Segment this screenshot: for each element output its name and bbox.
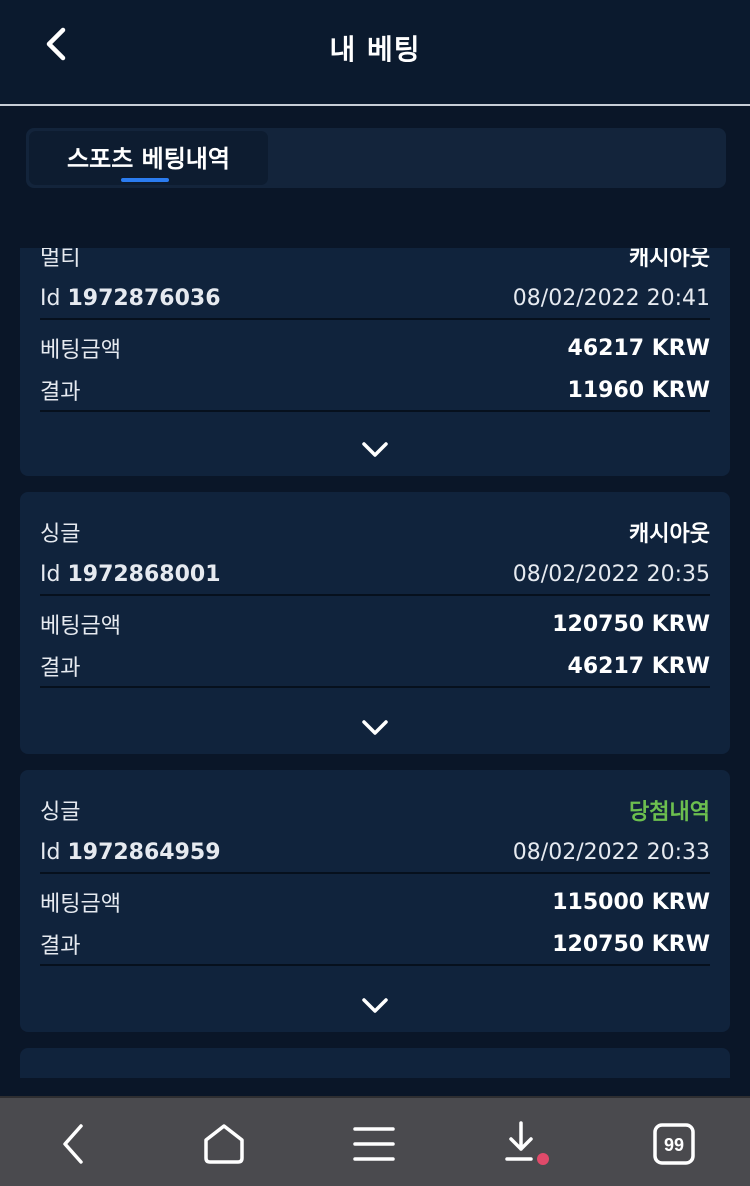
expand-button[interactable] bbox=[360, 995, 390, 1017]
tabs-button[interactable]: 99 bbox=[644, 1116, 704, 1172]
bet-card bbox=[20, 1048, 730, 1078]
bet-card: 멀티 캐시아웃 Id 1972876036 08/02/2022 20:41 베… bbox=[20, 248, 730, 476]
divider bbox=[40, 594, 710, 596]
bet-status: 캐시아웃 bbox=[629, 248, 710, 271]
bet-id: Id 1972868001 bbox=[40, 561, 221, 587]
divider bbox=[40, 686, 710, 688]
bet-datetime: 08/02/2022 20:33 bbox=[512, 839, 710, 865]
tab-bar: 스포츠 베팅내역 bbox=[26, 128, 726, 188]
bet-status: 캐시아웃 bbox=[629, 522, 710, 547]
bet-list[interactable]: 멀티 캐시아웃 Id 1972876036 08/02/2022 20:41 베… bbox=[0, 248, 750, 1078]
bet-amount: 46217 KRW bbox=[567, 335, 710, 361]
divider bbox=[40, 410, 710, 412]
bet-amount-label: 베팅금액 bbox=[40, 892, 121, 917]
divider bbox=[40, 872, 710, 874]
menu-button[interactable] bbox=[344, 1116, 404, 1172]
bet-result-label: 결과 bbox=[40, 934, 81, 959]
bet-id: Id 1972876036 bbox=[40, 285, 221, 311]
expand-button[interactable] bbox=[360, 717, 390, 739]
bet-card: 싱글 캐시아웃 Id 1972868001 08/02/2022 20:35 베… bbox=[20, 492, 730, 754]
bet-amount-label: 베팅금액 bbox=[40, 338, 121, 363]
bet-type: 싱글 bbox=[40, 522, 81, 547]
app-header: 내 베팅 bbox=[0, 0, 750, 106]
bet-card: 싱글 당첨내역 Id 1972864959 08/02/2022 20:33 베… bbox=[20, 770, 730, 1032]
bet-datetime: 08/02/2022 20:35 bbox=[512, 561, 710, 587]
bet-result: 46217 KRW bbox=[567, 653, 710, 679]
bet-result-label: 결과 bbox=[40, 656, 81, 681]
downloads-button[interactable] bbox=[494, 1116, 554, 1172]
divider bbox=[40, 318, 710, 320]
chevron-down-icon bbox=[362, 998, 388, 1013]
tabs-count: 99 bbox=[664, 1135, 684, 1155]
chevron-down-icon bbox=[362, 442, 388, 457]
browser-bottom-bar: 99 bbox=[0, 1096, 750, 1186]
bet-result: 120750 KRW bbox=[552, 931, 710, 957]
bet-datetime: 08/02/2022 20:41 bbox=[512, 285, 710, 311]
tab-label: 스포츠 베팅내역 bbox=[67, 144, 230, 173]
bet-result: 11960 KRW bbox=[567, 377, 710, 403]
download-icon bbox=[505, 1121, 549, 1165]
notification-dot bbox=[537, 1153, 549, 1165]
bet-type: 싱글 bbox=[40, 800, 81, 825]
bet-amount: 115000 KRW bbox=[552, 889, 710, 915]
bet-type: 멀티 bbox=[40, 248, 81, 271]
bet-result-label: 결과 bbox=[40, 380, 81, 405]
home-button[interactable] bbox=[194, 1116, 254, 1172]
bet-id: Id 1972864959 bbox=[40, 839, 221, 865]
bet-amount-label: 베팅금액 bbox=[40, 614, 121, 639]
bet-status: 당첨내역 bbox=[629, 800, 710, 825]
divider bbox=[40, 964, 710, 966]
home-icon bbox=[204, 1124, 244, 1164]
page-title: 내 베팅 bbox=[329, 33, 421, 66]
menu-icon bbox=[353, 1127, 395, 1161]
tabs-icon: 99 bbox=[653, 1123, 695, 1165]
tab-sports-bets[interactable]: 스포츠 베팅내역 bbox=[29, 131, 268, 185]
chevron-down-icon bbox=[362, 720, 388, 735]
bet-amount: 120750 KRW bbox=[552, 611, 710, 637]
browser-back-button[interactable] bbox=[44, 1116, 104, 1172]
expand-button[interactable] bbox=[360, 439, 390, 461]
active-tab-indicator bbox=[121, 178, 169, 182]
back-icon bbox=[63, 1124, 83, 1164]
